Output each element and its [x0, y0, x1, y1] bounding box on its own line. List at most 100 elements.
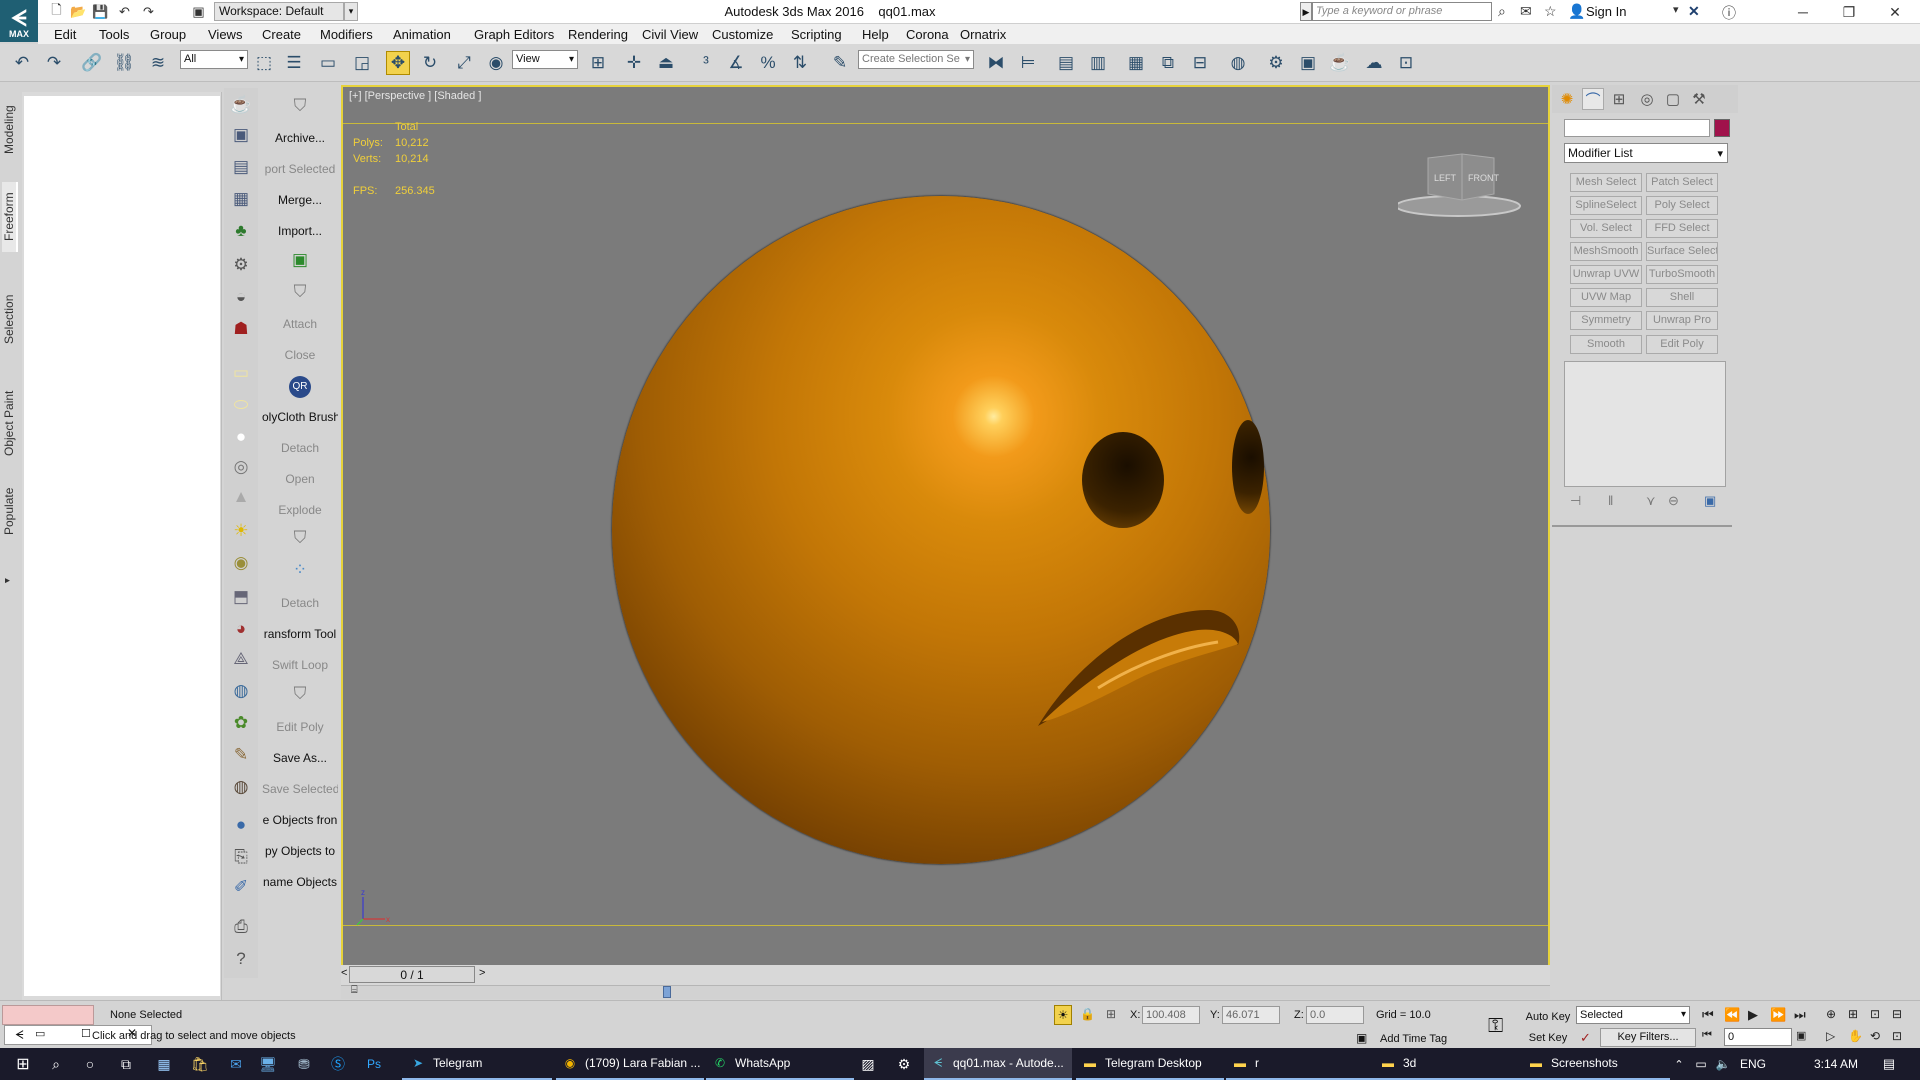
taskbar-telegram[interactable]: ➤ Telegram [402, 1048, 552, 1080]
key-mode-toggle-icon[interactable]: ⏮ [1702, 1029, 1712, 1042]
modifier-patch-select[interactable]: Patch Select [1646, 173, 1718, 192]
go-to-start-icon[interactable]: ⏮ [1702, 1007, 1714, 1023]
surface-icon[interactable]: ⬒ [228, 584, 254, 610]
dots-icon[interactable]: ⁘ [262, 560, 338, 580]
modifier-poly-select[interactable]: Poly Select [1646, 196, 1718, 215]
tool-copy-objects-to[interactable]: py Objects to [262, 844, 338, 858]
absolute-mode-icon[interactable]: ⊞ [1106, 1007, 1116, 1021]
question-icon[interactable]: ? [228, 946, 254, 972]
edit-named-selection-icon[interactable]: ✎ [828, 51, 852, 75]
mirror-icon[interactable]: ⧓ [984, 51, 1008, 75]
redo-icon[interactable]: ↷ [42, 51, 66, 75]
scene-tools-icon[interactable]: ⎘ [228, 844, 254, 870]
workspace-dropdown-arrow[interactable]: ▾ [344, 2, 358, 21]
orbit-icon[interactable]: ⟲ [1870, 1029, 1880, 1043]
pivot-center-icon[interactable]: ⊞ [586, 51, 610, 75]
layer-icon[interactable]: ▣ [228, 122, 254, 148]
tool-detach-2[interactable]: Detach [262, 596, 338, 610]
settings-icon[interactable]: ⚙ [892, 1048, 916, 1080]
motion-tab-icon[interactable]: ◎ [1636, 88, 1658, 110]
tool-merge-objects-from[interactable]: e Objects fron [262, 813, 338, 827]
menu-create[interactable]: Create [262, 27, 301, 42]
make-unique-icon[interactable]: ⋎ [1646, 493, 1656, 509]
menu-tools[interactable]: Tools [99, 27, 129, 42]
scene-explorer-icon[interactable]: ▤ [1054, 51, 1078, 75]
add-time-tag[interactable]: Add Time Tag [1380, 1033, 1447, 1045]
modifier-meshsmooth[interactable]: MeshSmooth [1570, 242, 1642, 261]
tool-explode[interactable]: Explode [262, 503, 338, 517]
restore-small-icon[interactable]: ☐ [81, 1027, 91, 1040]
image-app-icon[interactable]: ▨ [856, 1048, 880, 1080]
y-coord-field[interactable]: 46.071 [1222, 1006, 1280, 1024]
sun-light-icon[interactable]: ☀ [228, 518, 254, 544]
manipulate-icon[interactable]: ✛ [622, 51, 646, 75]
utilities-tab-icon[interactable]: ⚒ [1688, 88, 1710, 110]
hierarchy-tab-icon[interactable]: ⊞ [1608, 88, 1630, 110]
tab-modeling[interactable]: Modeling [2, 100, 18, 160]
render-icon[interactable]: ☗ [228, 316, 254, 342]
menu-views[interactable]: Views [208, 27, 242, 42]
time-slider-thumb[interactable]: 0 / 1 [349, 966, 475, 983]
selection-filter-dropdown[interactable]: All [180, 50, 248, 69]
key-icon[interactable]: ⚿ [1488, 1015, 1503, 1038]
go-to-end-icon[interactable]: ⏭ [1794, 1007, 1806, 1023]
select-object-icon[interactable]: ⬚ [252, 51, 276, 75]
network-icon[interactable]: ⛃ [292, 1048, 316, 1080]
rename-icon[interactable]: ✐ [228, 874, 254, 900]
sign-in-link[interactable]: Sign In [1586, 4, 1626, 19]
menu-scripting[interactable]: Scripting [791, 27, 842, 42]
graphite-toggle-icon[interactable]: ▦ [1124, 51, 1148, 75]
taskbar-clock[interactable]: 3:14 AM [1814, 1048, 1858, 1080]
select-by-name-icon[interactable]: ☰ [282, 51, 306, 75]
exchange-apps-icon[interactable]: ✕ [1688, 3, 1700, 20]
percent-snap-icon[interactable]: % [756, 51, 780, 75]
skype-icon[interactable]: Ⓢ [326, 1048, 350, 1080]
qr-icon[interactable]: QR [262, 374, 338, 398]
undo-icon[interactable]: ↶ [116, 3, 133, 20]
track-bar-icon[interactable]: ⌸ [351, 984, 358, 997]
time-slider[interactable]: < 0 / 1 > [341, 965, 1550, 985]
blue-sphere-icon[interactable]: ● [228, 812, 254, 838]
auto-key-button[interactable]: Auto Key [1524, 1008, 1572, 1026]
layer-explorer-icon[interactable]: ▥ [1086, 51, 1110, 75]
viewport-label[interactable]: [+] [Perspective ] [Shaded ] [349, 90, 481, 102]
orange-sphere-object[interactable] [612, 196, 1270, 864]
help-icon[interactable]: ⓘ [1722, 3, 1736, 23]
x-coord-field[interactable]: 100.408 [1142, 1006, 1200, 1024]
globe-icon[interactable]: ◍ [228, 678, 254, 704]
cortana-icon[interactable]: ○ [78, 1048, 102, 1080]
modifier-surface-select[interactable]: Surface Select [1646, 242, 1718, 261]
menu-ornatrix[interactable]: Ornatrix [960, 27, 1006, 42]
teapot-icon[interactable]: ☕ [228, 92, 254, 118]
select-and-move-icon[interactable]: ✥ [386, 51, 410, 75]
menu-rendering[interactable]: Rendering [568, 27, 628, 42]
sphere-icon[interactable]: ● [228, 424, 254, 450]
rectangular-selection-icon[interactable]: ▭ [316, 51, 340, 75]
target-icon[interactable]: ◉ [228, 550, 254, 576]
modifier-symmetry[interactable]: Symmetry [1570, 311, 1642, 330]
menu-modifiers[interactable]: Modifiers [320, 27, 373, 42]
taskbar-telegram-desktop[interactable]: ▬ Telegram Desktop [1076, 1048, 1224, 1080]
volume-tray-icon[interactable]: 🔈 [1714, 1048, 1732, 1080]
menu-help[interactable]: Help [862, 27, 889, 42]
modifier-list-dropdown[interactable]: Modifier List [1564, 143, 1728, 163]
tool-save-selected[interactable]: Save Selected [262, 782, 338, 796]
rendered-frame-window-icon[interactable]: ▣ [1296, 51, 1320, 75]
start-icon[interactable]: ⊞ [8, 1048, 38, 1080]
menu-civil-view[interactable]: Civil View [642, 27, 698, 42]
search-icon[interactable]: ⌕ [44, 1048, 68, 1080]
select-and-scale-icon[interactable]: ⤢ [452, 51, 476, 75]
track-bar[interactable]: ⌸ [341, 984, 1550, 999]
render-iterative-icon[interactable]: ☁ [1362, 51, 1386, 75]
snaps-toggle-icon[interactable]: ³ [694, 51, 718, 75]
favorites-star-icon[interactable]: ☆ [1544, 3, 1557, 20]
tool-open[interactable]: Open [262, 472, 338, 486]
taskbar-screenshots[interactable]: ▬ Screenshots [1522, 1048, 1670, 1080]
communication-center-icon[interactable]: ✉ [1520, 3, 1532, 20]
modifier-unwrap-pro[interactable]: Unwrap Pro [1646, 311, 1718, 330]
pin-stack-icon[interactable]: ⊣ [1570, 493, 1581, 509]
modifier-vol-select[interactable]: Vol. Select [1570, 219, 1642, 238]
tab-freeform[interactable]: Freeform [2, 182, 18, 252]
tool-merge[interactable]: Merge... [262, 193, 338, 207]
zoom-icon[interactable]: ⊕ [1826, 1007, 1836, 1021]
